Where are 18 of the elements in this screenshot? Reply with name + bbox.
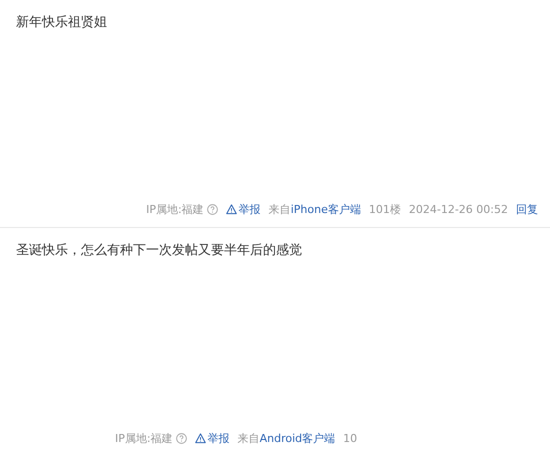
warning-icon [194, 433, 206, 444]
warning-icon [226, 204, 237, 215]
help-icon[interactable] [176, 433, 187, 444]
post-time: 2024-12-26 00:52 [408, 203, 508, 216]
source-label: 来自 [268, 202, 291, 217]
report-link[interactable]: 举报 [226, 202, 261, 217]
floor-number: 101楼 [368, 202, 401, 217]
ip-location: IP属地:福建 [146, 202, 204, 217]
floor-number: 10 [343, 432, 358, 445]
client-link[interactable]: iPhone客户端 [290, 202, 361, 217]
ip-location: IP属地:福建 [115, 431, 173, 446]
post-text: 圣诞快乐，怎么有种下一次发帖又要半年后的感觉 [15, 242, 303, 260]
report-link[interactable]: 举报 [194, 431, 230, 446]
post-text: 新年快乐祖贤姐 [15, 14, 108, 32]
reply-link[interactable]: 回复 [516, 202, 538, 217]
source-label: 来自 [238, 431, 260, 446]
help-icon[interactable] [206, 204, 218, 215]
client-link[interactable]: Android客户端 [260, 431, 336, 446]
